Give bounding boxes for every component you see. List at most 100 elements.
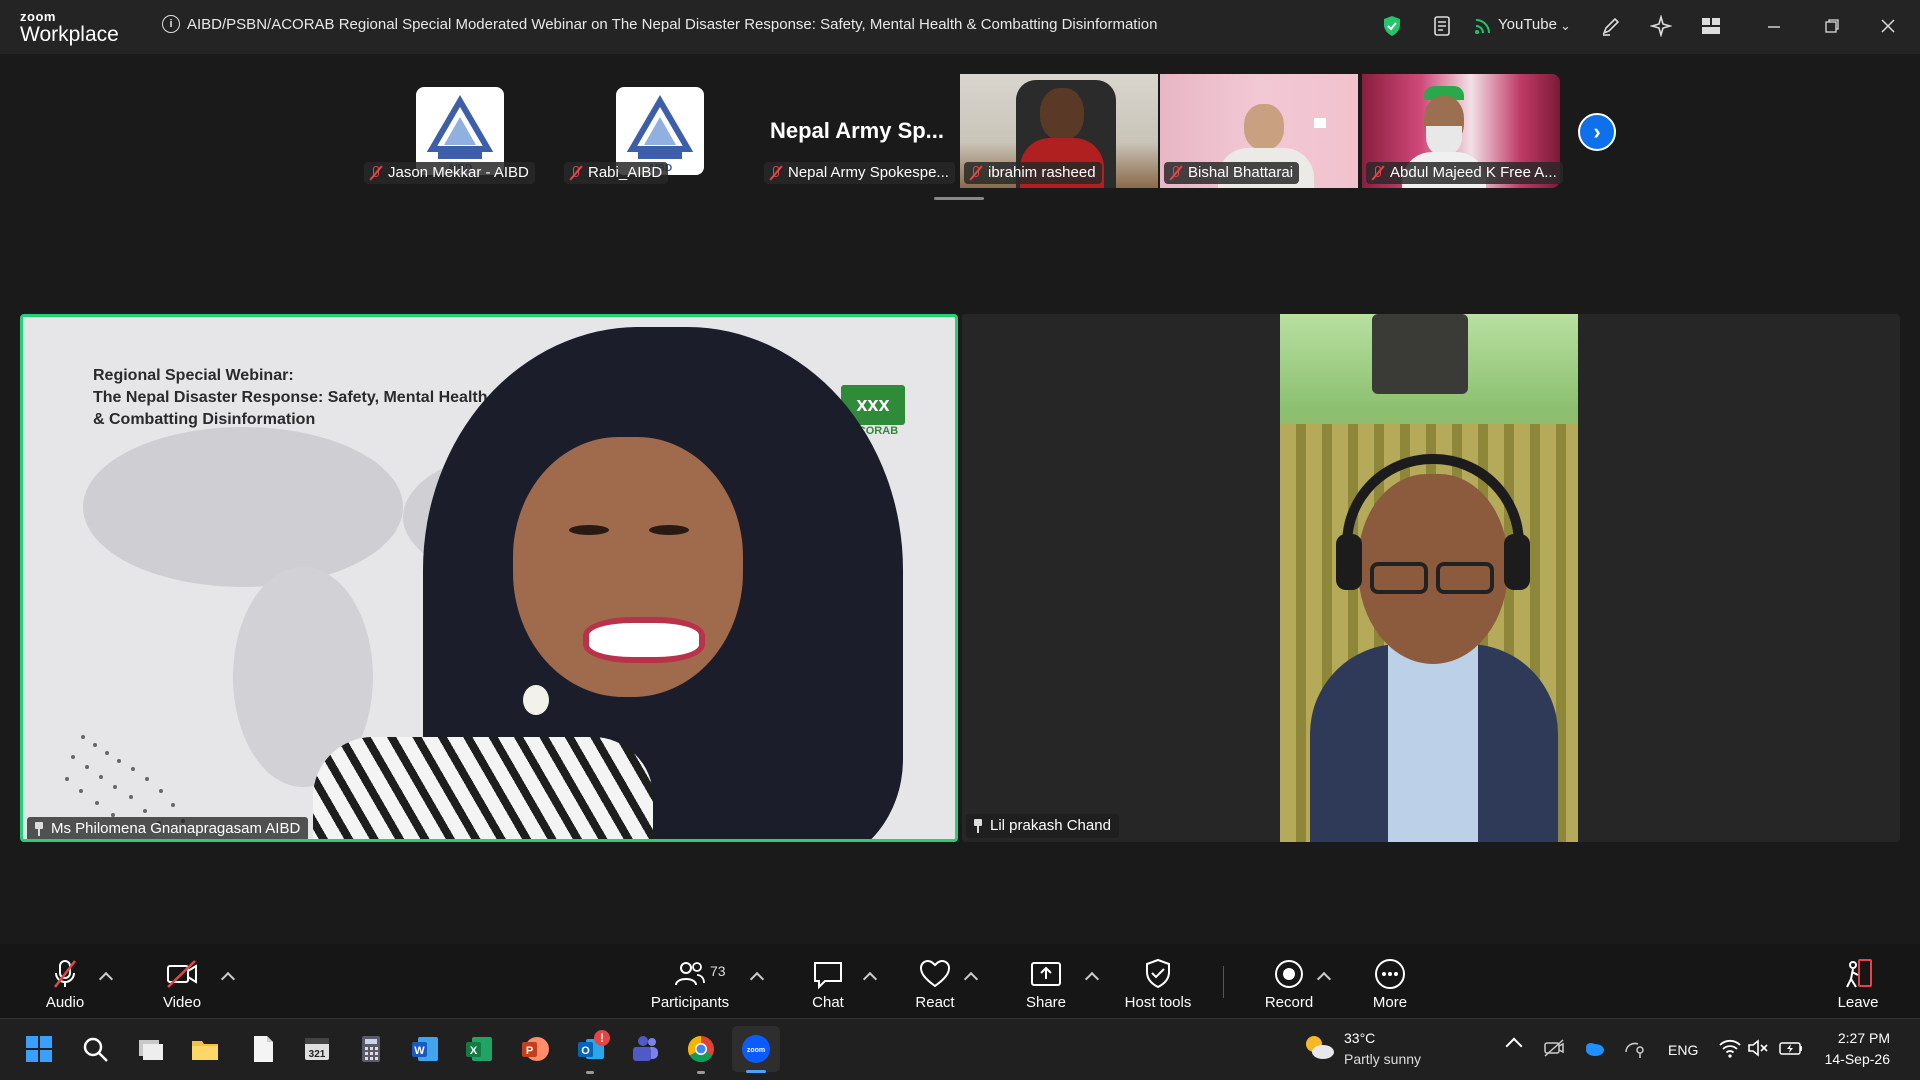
participant-name-jason: Jason Mekkar - AIBD xyxy=(364,162,535,184)
outlook-notification-badge: ! xyxy=(594,1030,610,1046)
participants-icon xyxy=(673,957,707,991)
weather-description: Partly sunny xyxy=(1344,1051,1422,1067)
weather-partly-sunny-icon[interactable] xyxy=(1302,1032,1336,1062)
clock-date[interactable]: 14-Sep-26 xyxy=(1808,1051,1890,1067)
speaker-blouse xyxy=(313,737,653,839)
host-tools-label: Host tools xyxy=(1124,994,1192,1011)
transcript-icon[interactable] xyxy=(1432,14,1454,38)
muted-mic-icon xyxy=(970,165,982,181)
search-icon[interactable] xyxy=(80,1034,110,1064)
video-tile-philomena[interactable]: Regional Special Webinar: The Nepal Disa… xyxy=(20,314,958,842)
battery-charging-icon[interactable] xyxy=(1778,1036,1804,1060)
muted-mic-icon xyxy=(570,165,582,181)
close-icon[interactable] xyxy=(1880,14,1896,38)
wifi-icon[interactable] xyxy=(1718,1036,1742,1060)
encryption-shield-icon[interactable] xyxy=(1382,14,1402,38)
participant-count: 73 xyxy=(710,963,726,979)
video-button[interactable]: Video xyxy=(156,944,208,1018)
notepad-icon[interactable] xyxy=(248,1034,278,1064)
more-label: More xyxy=(1372,994,1408,1011)
zoom-app-icon[interactable]: zoom xyxy=(741,1034,771,1064)
participants-button[interactable]: Participants xyxy=(648,944,732,1018)
restore-icon[interactable] xyxy=(1824,14,1840,38)
share-label: Share xyxy=(1025,994,1067,1011)
muted-mic-icon xyxy=(1372,165,1384,181)
clock-time[interactable]: 2:27 PM xyxy=(1808,1030,1890,1046)
volume-muted-icon[interactable] xyxy=(1746,1036,1770,1060)
wall-light xyxy=(1372,314,1468,394)
location-in-use-icon[interactable] xyxy=(1622,1036,1648,1060)
excel-icon[interactable]: X xyxy=(464,1034,494,1064)
calculator-icon[interactable] xyxy=(356,1034,386,1064)
minimize-icon[interactable] xyxy=(1766,14,1782,38)
chrome-icon[interactable] xyxy=(686,1034,716,1064)
participant-name-philomena: Ms Philomena Gnanapragasam AIBD xyxy=(27,817,309,839)
ai-companion-icon[interactable] xyxy=(1650,14,1672,38)
participants-label: Participants xyxy=(650,994,730,1011)
meeting-title: AIBD/PSBN/ACORAB Regional Special Modera… xyxy=(187,16,1158,33)
pin-icon xyxy=(34,822,44,836)
heart-icon xyxy=(918,957,952,991)
audio-button[interactable]: Audio xyxy=(40,944,90,1018)
person-shirt xyxy=(1388,644,1478,842)
wall-switch xyxy=(1314,118,1326,128)
calendar-app-icon[interactable]: 321 xyxy=(302,1034,332,1064)
camera-off-tray-icon[interactable] xyxy=(1542,1036,1566,1060)
brand-small: zoom xyxy=(20,9,56,24)
onedrive-cloud-icon[interactable] xyxy=(1582,1036,1606,1060)
start-windows-icon[interactable] xyxy=(24,1034,54,1064)
glasses-lens xyxy=(1436,562,1494,594)
word-icon[interactable]: W xyxy=(410,1034,440,1064)
more-button[interactable]: More xyxy=(1370,944,1410,1018)
svg-text:O: O xyxy=(581,1045,590,1057)
next-page-button[interactable]: › xyxy=(1578,113,1616,151)
speaker-eye xyxy=(569,525,609,535)
zoom-workplace-logo: zoom Workplace xyxy=(20,10,119,45)
task-view-icon[interactable] xyxy=(136,1034,166,1064)
muted-mic-icon xyxy=(770,165,782,181)
host-tools-button[interactable]: Host tools xyxy=(1122,944,1194,1018)
info-icon[interactable]: i xyxy=(162,15,180,33)
video-label: Video xyxy=(162,994,202,1011)
participant-name-lil-prakash: Lil prakash Chand xyxy=(966,814,1119,838)
chevron-down-icon[interactable]: ⌄ xyxy=(1560,14,1571,38)
annotate-icon[interactable] xyxy=(1600,14,1622,38)
speaker-smile xyxy=(583,617,705,663)
record-button[interactable]: Record xyxy=(1264,944,1314,1018)
speaker-earring xyxy=(523,685,549,715)
participant-name-nepal-army: Nepal Army Spokespe... xyxy=(764,162,955,184)
video-tile-lil-prakash[interactable]: Lil prakash Chand xyxy=(962,314,1900,842)
slide-title-line2: The Nepal Disaster Response: Safety, Men… xyxy=(93,389,488,406)
chrome-running-indicator xyxy=(697,1071,705,1074)
powerpoint-icon[interactable]: P xyxy=(520,1034,550,1064)
streaming-label[interactable]: YouTube xyxy=(1498,16,1557,33)
leave-button[interactable]: Leave xyxy=(1836,944,1880,1018)
participant-name-rabi: Rabi_AIBD xyxy=(564,162,669,184)
participant-name-abdul: Abdul Majeed K Free A... xyxy=(1366,162,1563,184)
input-language[interactable]: ENG xyxy=(1668,1042,1698,1058)
share-button[interactable]: Share xyxy=(1024,944,1068,1018)
headphone-cup xyxy=(1336,534,1362,590)
audio-label: Audio xyxy=(45,994,85,1011)
slide-title-line3: & Combatting Disinformation xyxy=(93,411,316,428)
leave-icon xyxy=(1841,957,1875,991)
weather-temperature: 33°C xyxy=(1344,1030,1376,1046)
svg-text:zoom: zoom xyxy=(747,1047,765,1054)
svg-text:P: P xyxy=(526,1045,533,1057)
file-explorer-icon[interactable] xyxy=(190,1034,220,1064)
participant-name-bishal: Bishal Bhattarai xyxy=(1164,162,1300,184)
pin-icon xyxy=(973,819,983,833)
chat-button[interactable]: Chat xyxy=(808,944,848,1018)
strip-page-indicator xyxy=(934,197,984,200)
view-layout-icon[interactable] xyxy=(1700,14,1722,38)
shield-icon xyxy=(1141,957,1175,991)
svg-text:W: W xyxy=(414,1045,425,1057)
participant-avatar-text: Nepal Army Sp... xyxy=(770,118,945,143)
live-stream-icon[interactable] xyxy=(1474,14,1492,38)
teams-icon[interactable] xyxy=(630,1034,660,1064)
react-button[interactable]: React xyxy=(914,944,956,1018)
record-label: Record xyxy=(1264,994,1314,1011)
slide-title-line1: Regional Special Webinar: xyxy=(93,367,294,384)
chevron-right-icon: › xyxy=(1593,119,1601,144)
mic-muted-icon xyxy=(48,957,82,991)
